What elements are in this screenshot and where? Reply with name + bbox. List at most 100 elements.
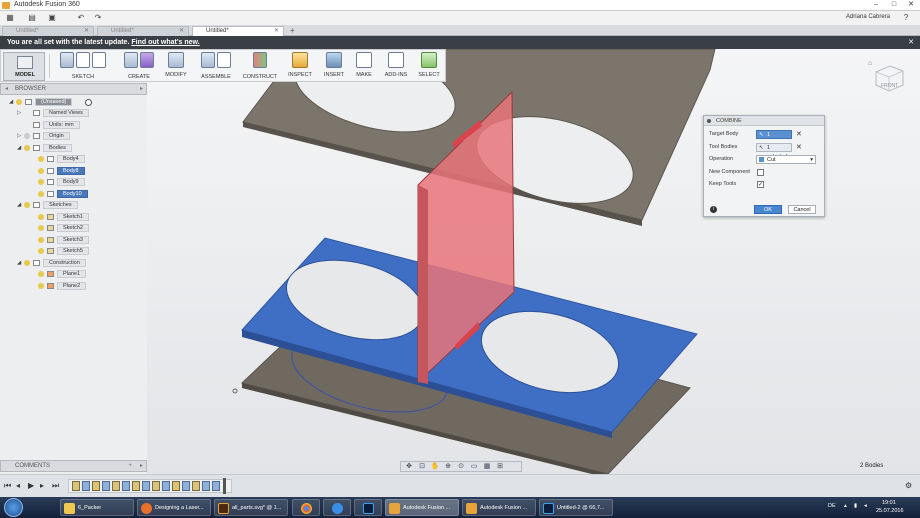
undo-icon[interactable]: ↶ bbox=[75, 13, 87, 22]
tree-body4[interactable]: Body4 bbox=[31, 155, 85, 164]
pin-icon[interactable]: ▸ bbox=[140, 461, 143, 472]
timeline-sketch-icon[interactable] bbox=[192, 481, 200, 491]
expand-icon[interactable]: ▷ bbox=[17, 132, 24, 141]
visibility-bulb-icon[interactable] bbox=[38, 247, 44, 254]
grid-settings-icon[interactable]: ▦ bbox=[482, 462, 492, 471]
collapse-icon[interactable]: ◂ bbox=[5, 84, 8, 95]
viewport-canvas[interactable] bbox=[147, 49, 920, 474]
taskbar-photoshop[interactable]: Untitled-2 @ 66,7... bbox=[539, 499, 613, 516]
tab-untitled-2[interactable]: Untitled* ✕ bbox=[97, 26, 189, 36]
visibility-bulb-icon[interactable] bbox=[38, 282, 44, 289]
fit-icon[interactable]: ⊙ bbox=[456, 462, 466, 471]
expand-icon[interactable]: ◢ bbox=[17, 144, 24, 153]
timeline-sketch-icon[interactable] bbox=[152, 481, 160, 491]
tree-body10[interactable]: Body10 bbox=[31, 190, 88, 199]
volume-icon[interactable]: ◂ bbox=[864, 503, 867, 509]
look-at-icon[interactable]: ⊡ bbox=[417, 462, 427, 471]
timeline-extrude-icon[interactable] bbox=[182, 481, 190, 491]
create-group[interactable]: CREATE bbox=[119, 52, 159, 81]
tree-sketch1[interactable]: Sketch1 bbox=[31, 213, 89, 222]
close-tab-icon[interactable]: ✕ bbox=[274, 27, 279, 36]
new-component-checkbox[interactable] bbox=[757, 169, 764, 176]
timeline-extrude-icon[interactable] bbox=[82, 481, 90, 491]
inspect-group[interactable]: INSPECT bbox=[285, 52, 315, 81]
info-icon[interactable]: i bbox=[710, 206, 717, 213]
tool-bodies-selector[interactable]: ↖1 selected bbox=[756, 143, 792, 160]
tree-origin[interactable]: ▷ Origin bbox=[17, 132, 70, 141]
browser-panel-header[interactable]: ◂ BROWSER ▸ bbox=[0, 83, 147, 95]
close-window-icon[interactable]: ✕ bbox=[903, 0, 919, 11]
select-group[interactable]: SELECT bbox=[415, 52, 443, 81]
visibility-bulb-icon[interactable] bbox=[38, 213, 44, 220]
sketch-group[interactable]: SKETCH bbox=[53, 52, 113, 81]
tree-plane1[interactable]: Plane1 bbox=[31, 270, 87, 279]
taskbar-explorer[interactable]: 6_Packer bbox=[60, 499, 134, 516]
clear-target-icon[interactable]: ✕ bbox=[796, 130, 802, 139]
timeline-sketch-icon[interactable] bbox=[112, 481, 120, 491]
clear-tools-icon[interactable]: ✕ bbox=[796, 143, 802, 152]
timeline-combine-icon[interactable] bbox=[202, 481, 210, 491]
timeline-extrude-icon[interactable] bbox=[102, 481, 110, 491]
taskbar-illustrator[interactable]: all_parts.svg* @ 1... bbox=[214, 499, 288, 516]
user-name[interactable]: Adriana Cabrera bbox=[846, 14, 890, 20]
tray-arrow-icon[interactable]: ▴ bbox=[844, 503, 847, 509]
modify-group[interactable]: MODIFY bbox=[163, 52, 189, 81]
timeline-plane-icon[interactable] bbox=[172, 481, 180, 491]
tree-sketch5[interactable]: Sketch5 bbox=[31, 247, 89, 256]
go-to-start-icon[interactable]: ⏮ bbox=[4, 481, 11, 491]
timeline-combine-icon[interactable] bbox=[212, 481, 220, 491]
tree-units[interactable]: Units: mm bbox=[17, 121, 80, 130]
operation-dropdown[interactable]: Cut ▾ bbox=[756, 155, 816, 164]
expand-icon[interactable]: ▷ bbox=[17, 109, 24, 118]
clock-time[interactable]: 19:01 bbox=[882, 500, 896, 506]
visibility-bulb-icon[interactable] bbox=[38, 270, 44, 277]
activate-radio-icon[interactable] bbox=[85, 99, 92, 106]
step-forward-icon[interactable]: ▸ bbox=[40, 481, 44, 490]
tree-sketch2[interactable]: Sketch2 bbox=[31, 224, 89, 233]
help-icon[interactable]: ? bbox=[900, 13, 912, 22]
taskbar-cortana[interactable] bbox=[323, 499, 351, 516]
timeline-marker[interactable] bbox=[223, 478, 226, 494]
close-notification-icon[interactable]: ✕ bbox=[908, 36, 914, 49]
expand-icon[interactable]: ◢ bbox=[17, 259, 24, 268]
minimize-icon[interactable]: – bbox=[868, 0, 884, 11]
visibility-bulb-icon[interactable] bbox=[38, 178, 44, 185]
zoom-icon[interactable]: ⊕ bbox=[443, 462, 453, 471]
save-icon[interactable]: ▣ bbox=[46, 13, 58, 22]
target-body-selector[interactable]: ↖1 selected bbox=[756, 130, 792, 147]
visibility-bulb-icon[interactable] bbox=[16, 98, 22, 105]
viewports-icon[interactable]: ⊞ bbox=[495, 462, 505, 471]
taskbar-fusion-1[interactable]: Autodesk Fusion ... bbox=[385, 499, 459, 516]
taskbar-firefox[interactable]: Designing a Laser... bbox=[137, 499, 211, 516]
timeline-sketch-icon[interactable] bbox=[132, 481, 140, 491]
comments-panel-header[interactable]: COMMENTS + ▸ bbox=[0, 460, 147, 472]
timeline-extrude-icon[interactable] bbox=[142, 481, 150, 491]
whats-new-link[interactable]: Find out what's new. bbox=[131, 39, 199, 46]
language-indicator[interactable]: DE bbox=[828, 503, 836, 509]
tree-sketches[interactable]: ◢ Sketches bbox=[17, 201, 78, 210]
insert-group[interactable]: INSERT bbox=[321, 52, 347, 81]
new-tab-icon[interactable]: + bbox=[290, 26, 295, 35]
tree-body8[interactable]: Body8 bbox=[31, 167, 85, 176]
network-icon[interactable]: ▮ bbox=[854, 503, 857, 509]
pin-icon[interactable]: ▸ bbox=[140, 84, 143, 95]
timeline-track[interactable] bbox=[68, 478, 232, 494]
maximize-icon[interactable]: □ bbox=[886, 0, 902, 11]
step-back-icon[interactable]: ◂ bbox=[16, 481, 20, 490]
close-tab-icon[interactable]: ✕ bbox=[84, 27, 89, 36]
tree-named-views[interactable]: ▷ Named Views bbox=[17, 109, 89, 118]
workspace-switcher[interactable]: MODEL bbox=[3, 52, 45, 81]
taskbar-fusion-2[interactable]: Autodesk Fusion ... bbox=[462, 499, 536, 516]
visibility-bulb-icon[interactable] bbox=[24, 201, 30, 208]
visibility-bulb-icon[interactable] bbox=[38, 167, 44, 174]
close-tab-icon[interactable]: ✕ bbox=[179, 27, 184, 36]
app-menu-icon[interactable]: ▦ bbox=[4, 13, 16, 22]
visibility-bulb-icon[interactable] bbox=[38, 155, 44, 162]
tab-untitled-1[interactable]: Untitled* ✕ bbox=[2, 26, 94, 36]
file-menu-icon[interactable]: ▤ bbox=[26, 13, 38, 22]
go-to-end-icon[interactable]: ⏭ bbox=[52, 481, 59, 491]
pan-icon[interactable]: ✋ bbox=[430, 462, 440, 471]
browser-root[interactable]: ◢ (Unsaved) bbox=[9, 98, 92, 107]
tree-sketch3[interactable]: Sketch3 bbox=[31, 236, 89, 245]
home-view-icon[interactable]: ⌂ bbox=[868, 60, 872, 67]
